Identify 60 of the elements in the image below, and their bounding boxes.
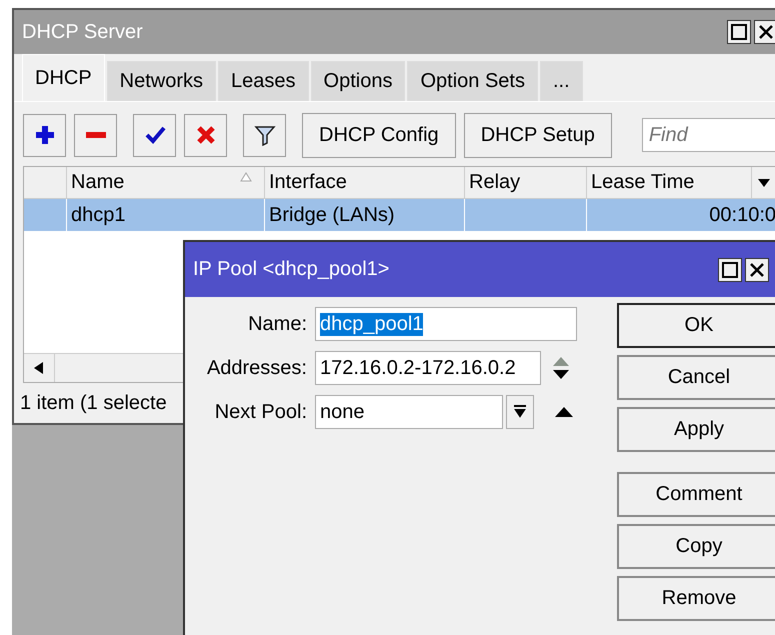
disable-button[interactable]: [184, 114, 227, 156]
field-label: Next Pool:: [214, 400, 308, 424]
table-cell: 00:10:0: [709, 204, 775, 226]
tab[interactable]: Leases: [218, 61, 309, 101]
close-icon: [759, 25, 773, 39]
filter-button[interactable]: [243, 114, 286, 156]
column-header[interactable]: Interface: [269, 171, 347, 194]
add-button[interactable]: [23, 114, 66, 156]
remove-button[interactable]: [74, 114, 117, 156]
scroll-left-icon[interactable]: [33, 362, 45, 374]
dialog-button[interactable]: OK: [617, 303, 775, 348]
window-title: DHCP Server: [21, 20, 143, 44]
tab[interactable]: DHCP: [22, 54, 105, 101]
dropdown-icon: [513, 405, 527, 419]
plus-icon: [34, 124, 56, 146]
field-label: Addresses:: [206, 356, 308, 380]
tab[interactable]: ...: [540, 61, 583, 101]
field-value: 172.16.0.2-172.16.0.2: [320, 356, 516, 380]
dropdown-button[interactable]: [506, 395, 534, 429]
spinner-icon[interactable]: [551, 356, 571, 380]
square-icon: [731, 24, 747, 40]
table-row[interactable]: dhcp1 Bridge (LANs) 00:10:0: [24, 199, 775, 231]
field-label: Name:: [247, 312, 308, 336]
square-icon: [722, 262, 738, 278]
filter-icon: [254, 124, 276, 146]
column-header[interactable]: Name: [71, 171, 124, 194]
column-header[interactable]: Lease Time: [591, 171, 694, 194]
tab[interactable]: Networks: [106, 61, 216, 101]
close-button[interactable]: [754, 20, 775, 44]
table-cell: Bridge (LANs): [269, 204, 395, 226]
maximize-button[interactable]: [718, 258, 742, 282]
dropdown-icon[interactable]: [757, 178, 771, 188]
cross-icon: [194, 124, 216, 146]
toolbar-button[interactable]: DHCP Config: [302, 112, 456, 158]
tab[interactable]: Options: [310, 61, 406, 101]
field-value: dhcp_pool1: [320, 312, 424, 336]
close-button[interactable]: [745, 258, 769, 282]
check-icon: [144, 124, 166, 146]
minus-icon: [86, 132, 106, 138]
input-field[interactable]: 172.16.0.2-172.16.0.2: [315, 351, 541, 385]
input-field[interactable]: dhcp_pool1: [315, 307, 577, 341]
dialog-button[interactable]: Comment: [617, 472, 775, 517]
maximize-button[interactable]: [727, 20, 751, 44]
toolbar-button[interactable]: DHCP Setup: [464, 112, 612, 158]
find-field[interactable]: Find: [642, 118, 775, 152]
dialog-button[interactable]: Remove: [617, 576, 775, 621]
enable-button[interactable]: [133, 114, 176, 156]
collapse-icon[interactable]: [554, 406, 574, 418]
field-value: none: [320, 400, 364, 424]
table-cell: dhcp1: [71, 204, 126, 226]
status-text: 1 item (1 selecte: [20, 392, 167, 414]
dialog-button[interactable]: Copy: [617, 524, 775, 569]
dialog-button[interactable]: Apply: [617, 407, 775, 452]
column-header[interactable]: Relay: [469, 171, 520, 194]
window-title: IP Pool <dhcp_pool1>: [192, 258, 390, 281]
input-field[interactable]: none: [315, 395, 503, 429]
sort-icon: [240, 172, 252, 182]
dialog-button[interactable]: Cancel: [617, 355, 775, 400]
tab[interactable]: Option Sets: [407, 61, 538, 101]
close-icon: [750, 262, 764, 276]
